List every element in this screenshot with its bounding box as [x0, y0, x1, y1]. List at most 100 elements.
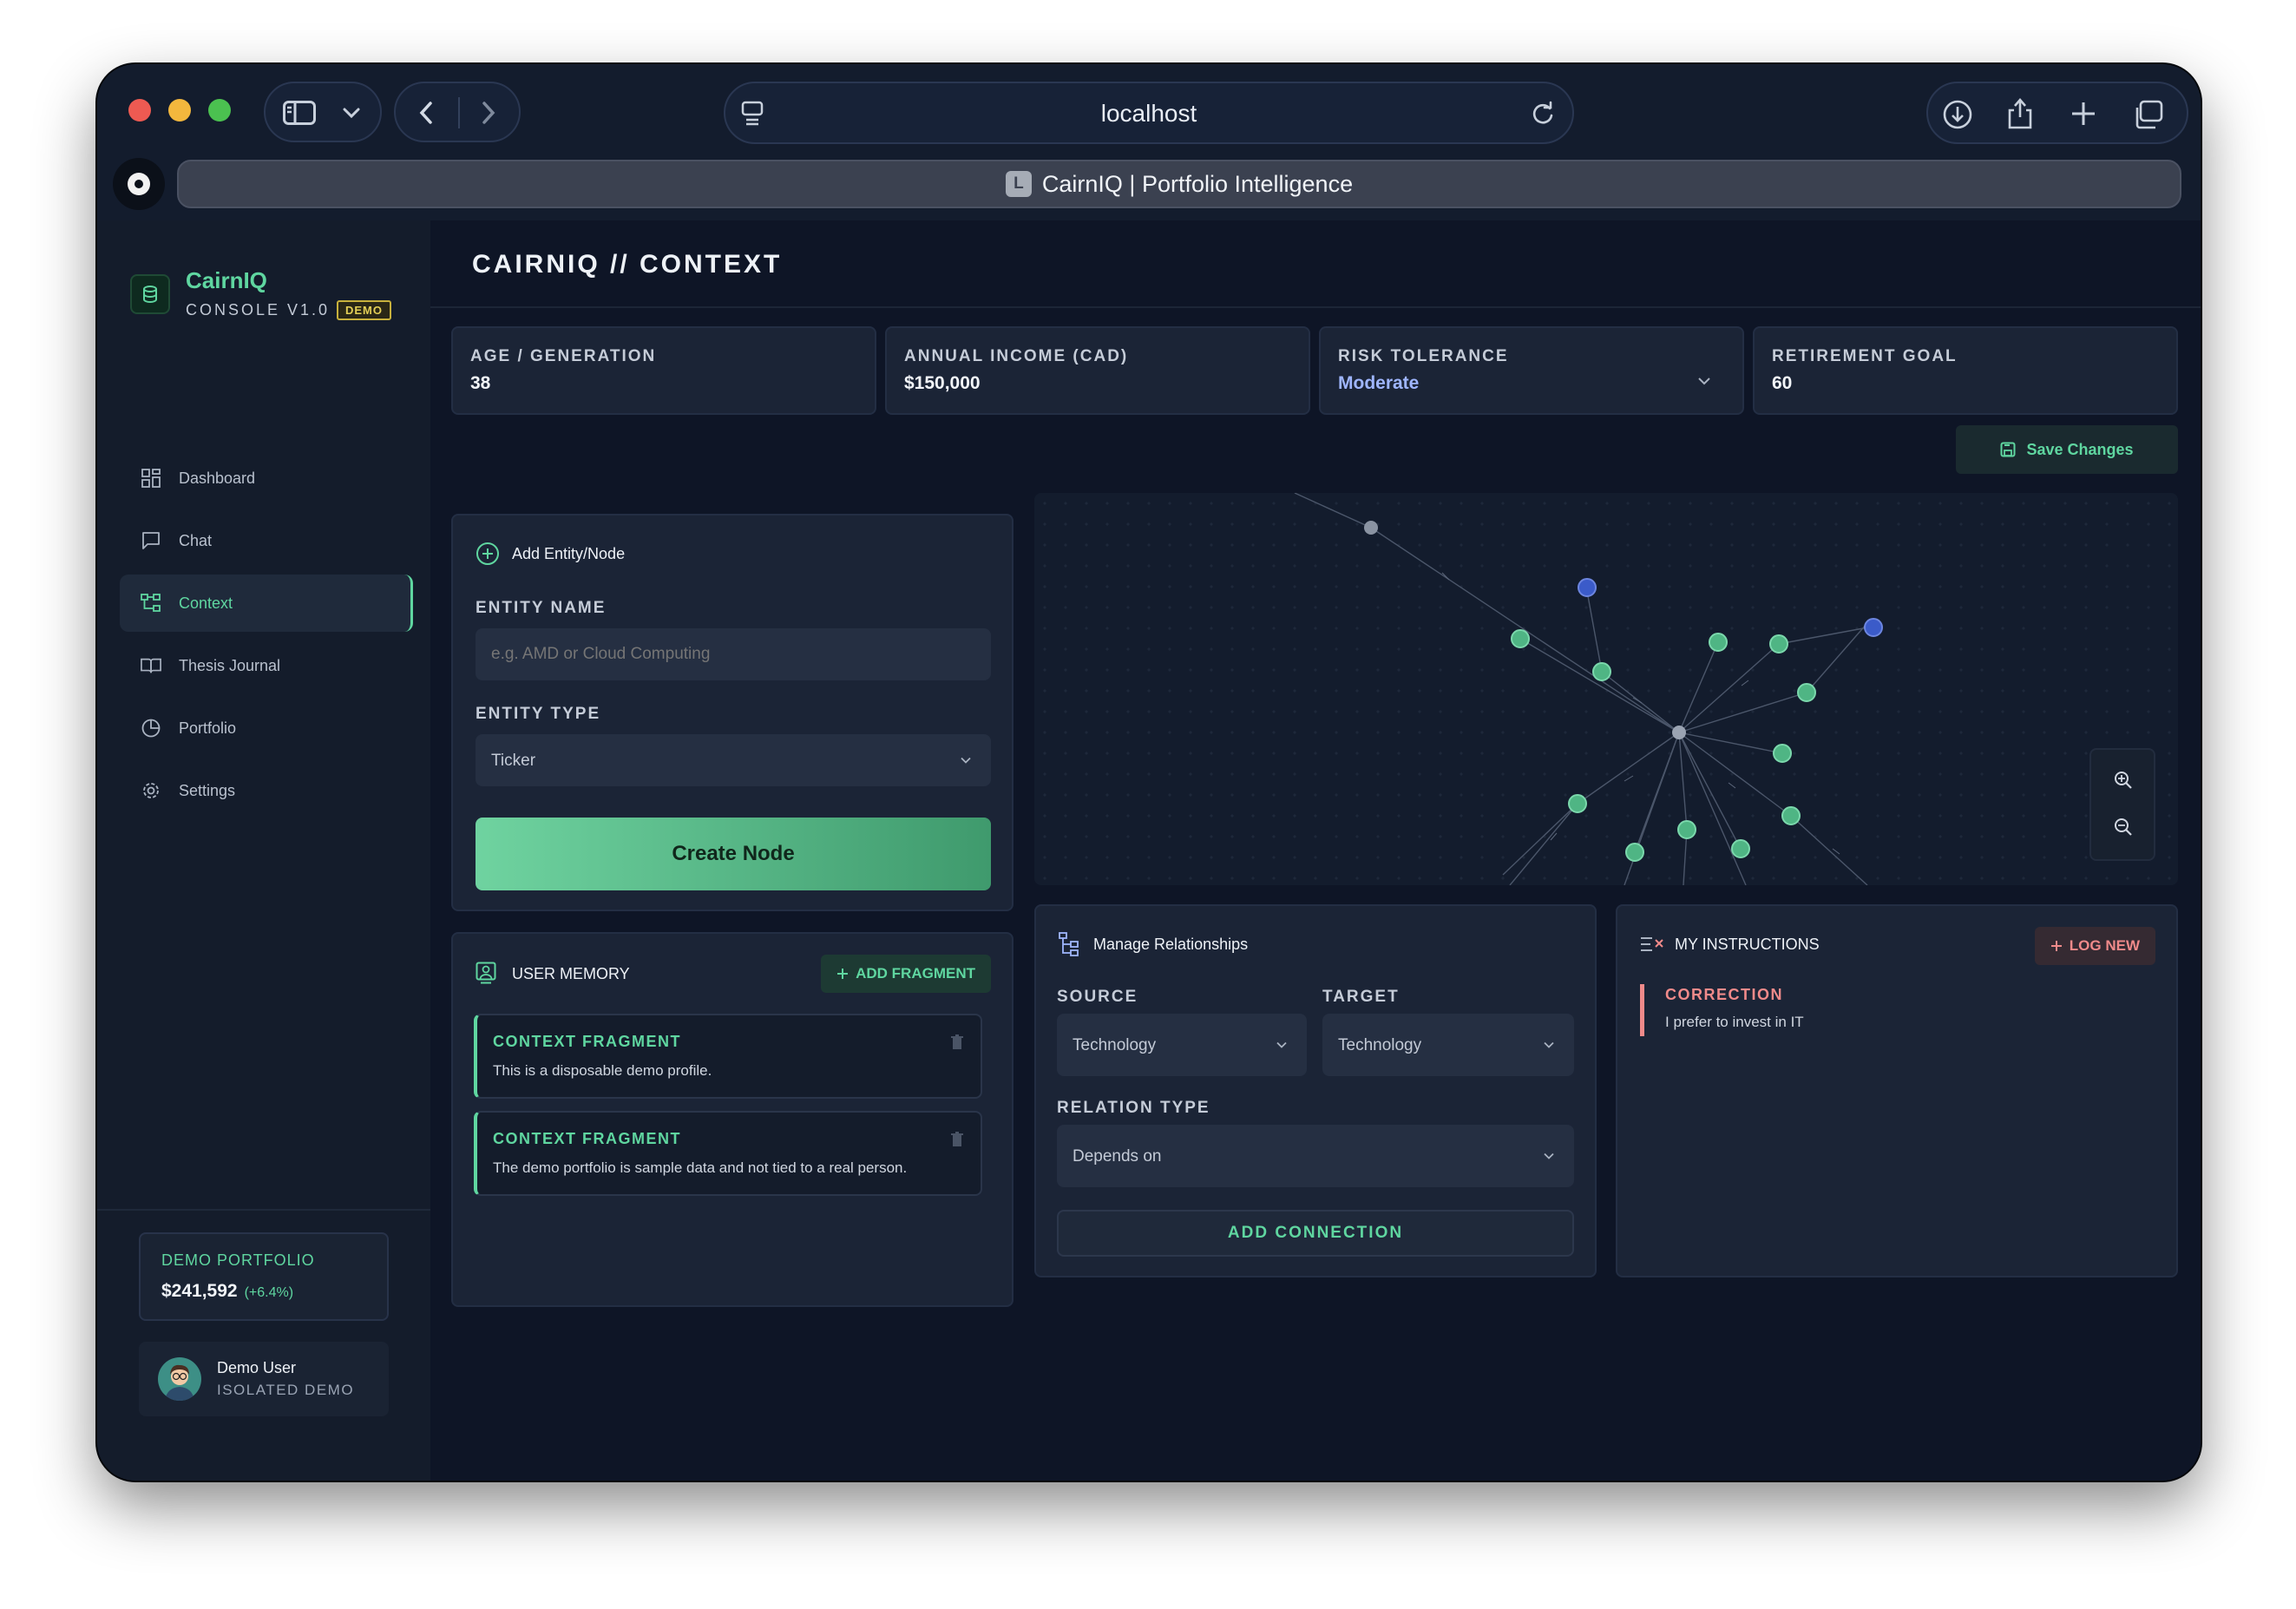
sidebar-item-settings[interactable]: Settings: [120, 762, 413, 819]
add-entity-panel: Add Entity/Node ENTITY NAME ENTITY TYPE …: [451, 514, 1014, 911]
source-select[interactable]: Technology: [1057, 1014, 1307, 1076]
income-label: ANNUAL INCOME (CAD): [904, 347, 1129, 365]
avatar: [158, 1357, 201, 1401]
sidebar-item-portfolio[interactable]: Portfolio: [120, 699, 413, 757]
portfolio-value: $241,592: [161, 1281, 238, 1301]
log-new-button[interactable]: LOG NEW: [2034, 927, 2155, 965]
age-field-card[interactable]: AGE / GENERATION 38: [451, 326, 876, 415]
chevron-down-icon: [960, 757, 972, 765]
entity-type-select[interactable]: Ticker: [476, 734, 991, 786]
add-fragment-label: ADD FRAGMENT: [856, 965, 975, 982]
add-fragment-button[interactable]: ADD FRAGMENT: [821, 955, 991, 993]
user-card[interactable]: Demo User ISOLATED DEMO: [139, 1342, 389, 1416]
relationships-title: Manage Relationships: [1093, 936, 1249, 953]
chevron-down-icon: [1697, 377, 1711, 385]
target-label: TARGET: [1322, 988, 1400, 1006]
demo-portfolio-card[interactable]: DEMO PORTFOLIO $241,592 (+6.4%): [139, 1232, 389, 1321]
list-check-icon: [1640, 936, 1664, 953]
reload-icon[interactable]: [1531, 101, 1555, 127]
source-value: Technology: [1073, 1036, 1157, 1054]
zoom-controls: [2089, 748, 2155, 861]
sidebar-toggle-icon[interactable]: [283, 101, 316, 125]
sidebar: CairnIQ CONSOLE V1.0 DEMO Dashboard Chat…: [97, 220, 430, 1481]
graph-node-ticker[interactable]: [1592, 662, 1611, 681]
instructions-title: MY INSTRUCTIONS: [1675, 936, 1820, 953]
sidebar-item-context[interactable]: Context: [120, 575, 413, 632]
plus-icon: [2050, 940, 2063, 952]
tab-badge: L: [1005, 171, 1032, 197]
demo-badge: DEMO: [337, 300, 391, 320]
graph-node-ticker[interactable]: [1731, 839, 1750, 858]
zoom-in-icon[interactable]: [2114, 771, 2133, 790]
graph-node-ticker[interactable]: [1568, 794, 1587, 813]
brand-logo: [130, 274, 170, 314]
gear-icon: [141, 780, 161, 801]
sidebar-divider: [97, 1209, 430, 1211]
graph-node-ticker[interactable]: [1781, 806, 1801, 825]
new-tab-plus-icon[interactable]: [2070, 101, 2096, 127]
minimize-window-button[interactable]: [168, 99, 191, 121]
graph-node-theme[interactable]: [1578, 578, 1597, 597]
relation-type-value: Depends on: [1073, 1147, 1162, 1166]
close-window-button[interactable]: [128, 99, 151, 121]
income-field-card[interactable]: ANNUAL INCOME (CAD) $150,000: [885, 326, 1310, 415]
goal-value: 60: [1772, 373, 1793, 393]
graph-node-ticker[interactable]: [1625, 843, 1644, 862]
sidebar-item-chat[interactable]: Chat: [120, 512, 413, 569]
fragment-title: CONTEXT FRAGMENT: [493, 1033, 681, 1050]
target-select[interactable]: Technology: [1322, 1014, 1574, 1076]
address-bar[interactable]: localhost: [724, 82, 1574, 144]
risk-tolerance-select[interactable]: RISK TOLERANCE Moderate: [1319, 326, 1744, 415]
back-arrow-icon[interactable]: [418, 101, 434, 125]
chevron-down-icon[interactable]: [342, 106, 361, 120]
share-icon[interactable]: [2006, 95, 2034, 130]
maximize-window-button[interactable]: [208, 99, 231, 121]
graph-node-ticker[interactable]: [1773, 744, 1792, 763]
user-memory-panel: USER MEMORY ADD FRAGMENT CONTEXT FRAGMEN…: [451, 932, 1014, 1307]
active-tab[interactable]: L CairnIQ | Portfolio Intelligence: [177, 160, 2181, 208]
graph-node-ticker[interactable]: [1511, 629, 1530, 648]
forward-arrow-icon[interactable]: [481, 101, 496, 125]
tab-title: CairnIQ | Portfolio Intelligence: [1041, 170, 1354, 197]
relation-type-select[interactable]: Depends on: [1057, 1125, 1574, 1187]
download-icon[interactable]: [1942, 99, 1973, 130]
fragment-text: The demo portfolio is sample data and no…: [493, 1159, 908, 1176]
knowledge-graph-canvas[interactable]: [1034, 493, 2178, 885]
instruction-title: CORRECTION: [1665, 986, 1783, 1003]
zoom-out-icon[interactable]: [2114, 818, 2133, 837]
portfolio-change: (+6.4%): [244, 1285, 294, 1300]
user-memory-title: USER MEMORY: [512, 965, 630, 982]
sidebar-item-dashboard[interactable]: Dashboard: [120, 450, 413, 507]
graph-node-ticker[interactable]: [1709, 633, 1728, 652]
graph-node-ticker[interactable]: [1769, 634, 1788, 653]
graph-node-hub[interactable]: [1672, 726, 1686, 739]
chevron-down-icon: [1543, 1153, 1555, 1160]
graph-node-theme[interactable]: [1864, 618, 1883, 637]
add-connection-button[interactable]: ADD CONNECTION: [1057, 1210, 1574, 1257]
trash-icon[interactable]: [951, 1034, 963, 1050]
create-node-button[interactable]: Create Node: [476, 818, 991, 890]
save-changes-button[interactable]: Save Changes: [1956, 425, 2178, 474]
income-value: $150,000: [904, 373, 981, 393]
memory-fragment: CONTEXT FRAGMENT This is a disposable de…: [474, 1014, 982, 1099]
browser-window: localhost L CairnIQ | Portfolio Intellig…: [97, 64, 2201, 1481]
entity-name-input[interactable]: [476, 628, 991, 680]
url-text: localhost: [1100, 100, 1197, 127]
graph-node-category[interactable]: [1364, 521, 1378, 535]
plus-circle-icon: [476, 542, 500, 566]
graph-node-ticker[interactable]: [1677, 820, 1696, 839]
retirement-goal-card[interactable]: RETIREMENT GOAL 60: [1753, 326, 2178, 415]
tab-overview-icon[interactable]: [2133, 99, 2164, 130]
sidebar-item-label: Thesis Journal: [179, 656, 281, 674]
instruction-text: I prefer to invest in IT: [1665, 1014, 1804, 1030]
trash-icon[interactable]: [951, 1132, 963, 1147]
navigation-group: [394, 82, 521, 142]
book-icon: [141, 655, 161, 676]
tab-favicon-button[interactable]: [113, 158, 165, 210]
source-label: SOURCE: [1057, 988, 1138, 1006]
profile-circle-icon: [127, 172, 151, 196]
sidebar-item-thesis-journal[interactable]: Thesis Journal: [120, 637, 413, 694]
brand-name: CairnIQ: [186, 267, 267, 293]
graph-node-ticker[interactable]: [1797, 683, 1816, 702]
risk-value: Moderate: [1338, 373, 1420, 393]
